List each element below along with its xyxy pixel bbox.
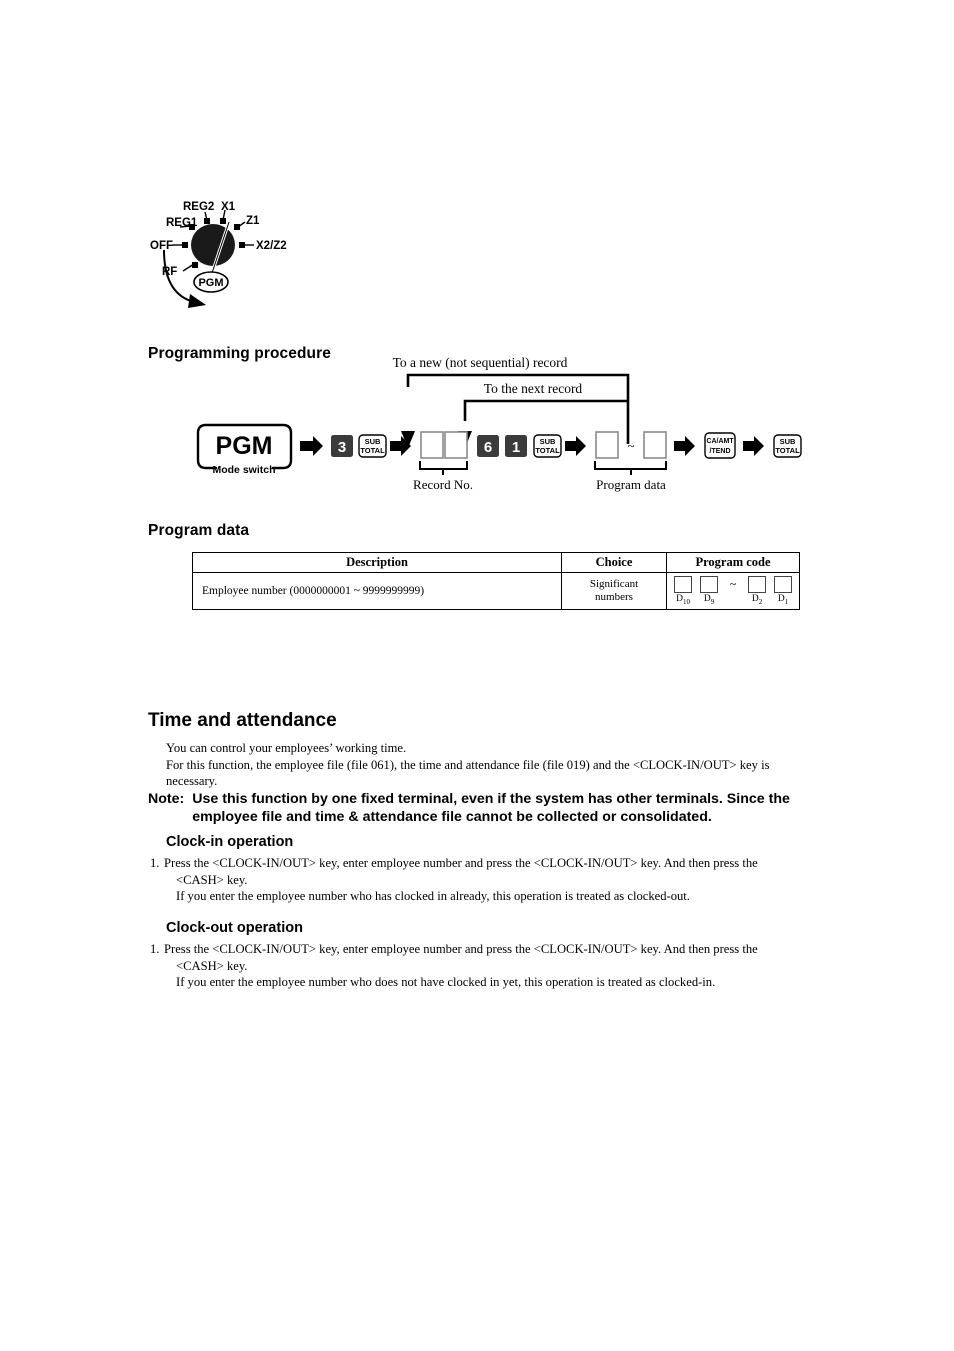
note-line-1: Use this function by one fixed terminal,… [192,791,790,807]
mode-switch-dial-graphic: REG1 REG2 X1 Z1 OFF X2/Z2 RF PGM [150,201,287,308]
mode-switch-box-label: PGM [216,432,273,460]
cell-choice-line-1: Significant [589,578,639,591]
dial-body [191,224,235,266]
clock-in-step-body: Press the <CLOCK-IN/OUT> key, enter empl… [164,855,810,905]
mode-switch-box-caption: Mode switch [212,464,275,476]
heading-clock-out-operation: Clock-out operation [166,920,303,936]
key-6-label: 6 [484,439,492,456]
program-code-input-d9[interactable] [700,576,718,594]
flow-arrow-4 [674,436,695,456]
program-code-input-d2[interactable] [748,576,766,594]
program-code-slot-d2: D2 [745,576,769,608]
flow-diagram-graphic: .keytxt { font-family: "Liberation Sans"… [196,355,802,492]
clock-out-steps: 1. Press the <CLOCK-IN/OUT> key, enter e… [150,941,810,991]
program-code-input-d10[interactable] [674,576,692,594]
note-line-2: employee file and time & attendance file… [192,809,712,825]
rotate-arrow-head [188,294,206,308]
cell-choice-line-2: numbers [595,591,633,603]
key-cash-label-bottom: /TEND [710,448,731,455]
cell-choice: Significant numbers [561,572,667,610]
intro-line-2: For this function, the employee file (fi… [166,757,770,772]
record-no-brace [419,461,468,470]
loop-path-next-record [463,399,628,421]
clock-in-step-number: 1. [150,856,160,870]
clock-out-step-line-3: If you enter the employee number who doe… [176,975,716,989]
loop-label-new-record: To a new (not sequential) record [393,355,568,370]
program-data-table: Description Choice Program code Employee… [192,552,800,610]
key-3-label: 3 [338,439,346,456]
program-code-label-d1: D1 [777,594,789,606]
dial-label-reg1: REG1 [166,217,198,229]
time-attendance-intro: You can control your employees’ working … [166,740,826,790]
program-code-input-d1[interactable] [774,576,792,594]
program-data-box-2[interactable] [643,431,667,459]
loop-label-next-record: To the next record [484,381,583,396]
program-code-label-d10: D10 [676,594,690,606]
key-subtotal-2-label-bottom: TOTAL [535,446,560,455]
heading-program-data: Program data [148,522,250,539]
program-code-slot-d1: D1 [771,576,795,608]
record-no-box-1[interactable] [420,431,444,459]
heading-clock-in-operation: Clock-in operation [166,834,294,850]
key-subtotal-2-label-top: SUB [540,437,556,446]
key-subtotal-1-label-top: SUB [365,437,381,446]
record-no-box-2[interactable] [444,431,468,459]
program-code-label-d9: D9 [703,594,715,606]
program-code-label-d2: D2 [751,594,763,606]
clock-out-step-line-1: Press the <CLOCK-IN/OUT> key, enter empl… [164,942,758,956]
dial-label-x2z2: X2/Z2 [256,240,287,252]
program-data-tilde: ~ [627,438,634,453]
program-data-brace [594,461,667,470]
heading-time-and-attendance: Time and attendance [148,710,337,731]
program-code-tilde: ~ [729,577,737,592]
flow-arrow-5 [743,436,764,456]
key-1-label: 1 [512,439,520,456]
program-data-box-1[interactable] [595,431,619,459]
dial-label-rf: RF [162,266,177,278]
table-header-row: Description Choice Program code [192,552,800,573]
flow-arrow-3 [565,436,586,456]
dial-label-off: OFF [150,240,173,252]
clock-out-step-body: Press the <CLOCK-IN/OUT> key, enter empl… [164,941,810,991]
key-subtotal-1-label-bottom: TOTAL [360,446,385,455]
cell-program-code: D10 D9 ~ D2 D1 [666,572,800,610]
program-code-slot-d10: D10 [671,576,695,608]
note-label: Note: [148,791,185,807]
column-header-program-code: Program code [666,552,800,573]
clock-in-step-line-1: Press the <CLOCK-IN/OUT> key, enter empl… [164,856,758,870]
program-code-slot-d9: D9 [697,576,721,608]
column-header-description: Description [192,552,562,573]
dial-label-x1: X1 [221,201,236,213]
key-subtotal-3-label-bottom: TOTAL [775,446,800,455]
clock-in-step-line-3: If you enter the employee number who has… [176,889,690,903]
intro-line-1: You can control your employees’ working … [166,741,407,755]
cell-description: Employee number (0000000001 ~ 9999999999… [192,572,562,610]
table-row: Employee number (0000000001 ~ 9999999999… [192,572,800,610]
clock-in-step-line-2: <CASH> key. [176,872,248,887]
program-data-caption: Program data [596,477,666,492]
clock-out-step-line-2: <CASH> key. [176,958,248,973]
key-cash-label-top: CA/AMT [706,438,734,445]
note-block: Note: Use this function by one fixed ter… [148,790,828,826]
mode-switch-dial: REG1 REG2 X1 Z1 OFF X2/Z2 RF PGM [150,190,310,310]
flow-arrow-1 [300,436,323,456]
clock-out-step-number: 1. [150,942,160,956]
programming-procedure-flow-diagram: .keytxt { font-family: "Liberation Sans"… [140,355,820,495]
dial-label-pgm: PGM [198,277,223,289]
record-no-caption: Record No. [413,477,473,492]
key-subtotal-3-label-top: SUB [780,437,796,446]
program-code-slot-group: D10 D9 ~ D2 D1 [667,574,799,608]
dial-label-reg2: REG2 [183,201,214,213]
column-header-choice: Choice [561,552,667,573]
note-body: Use this function by one fixed terminal,… [192,790,828,826]
intro-line-3: necessary. [166,774,218,788]
clock-in-steps: 1. Press the <CLOCK-IN/OUT> key, enter e… [150,855,810,905]
dial-label-z1: Z1 [246,215,260,227]
